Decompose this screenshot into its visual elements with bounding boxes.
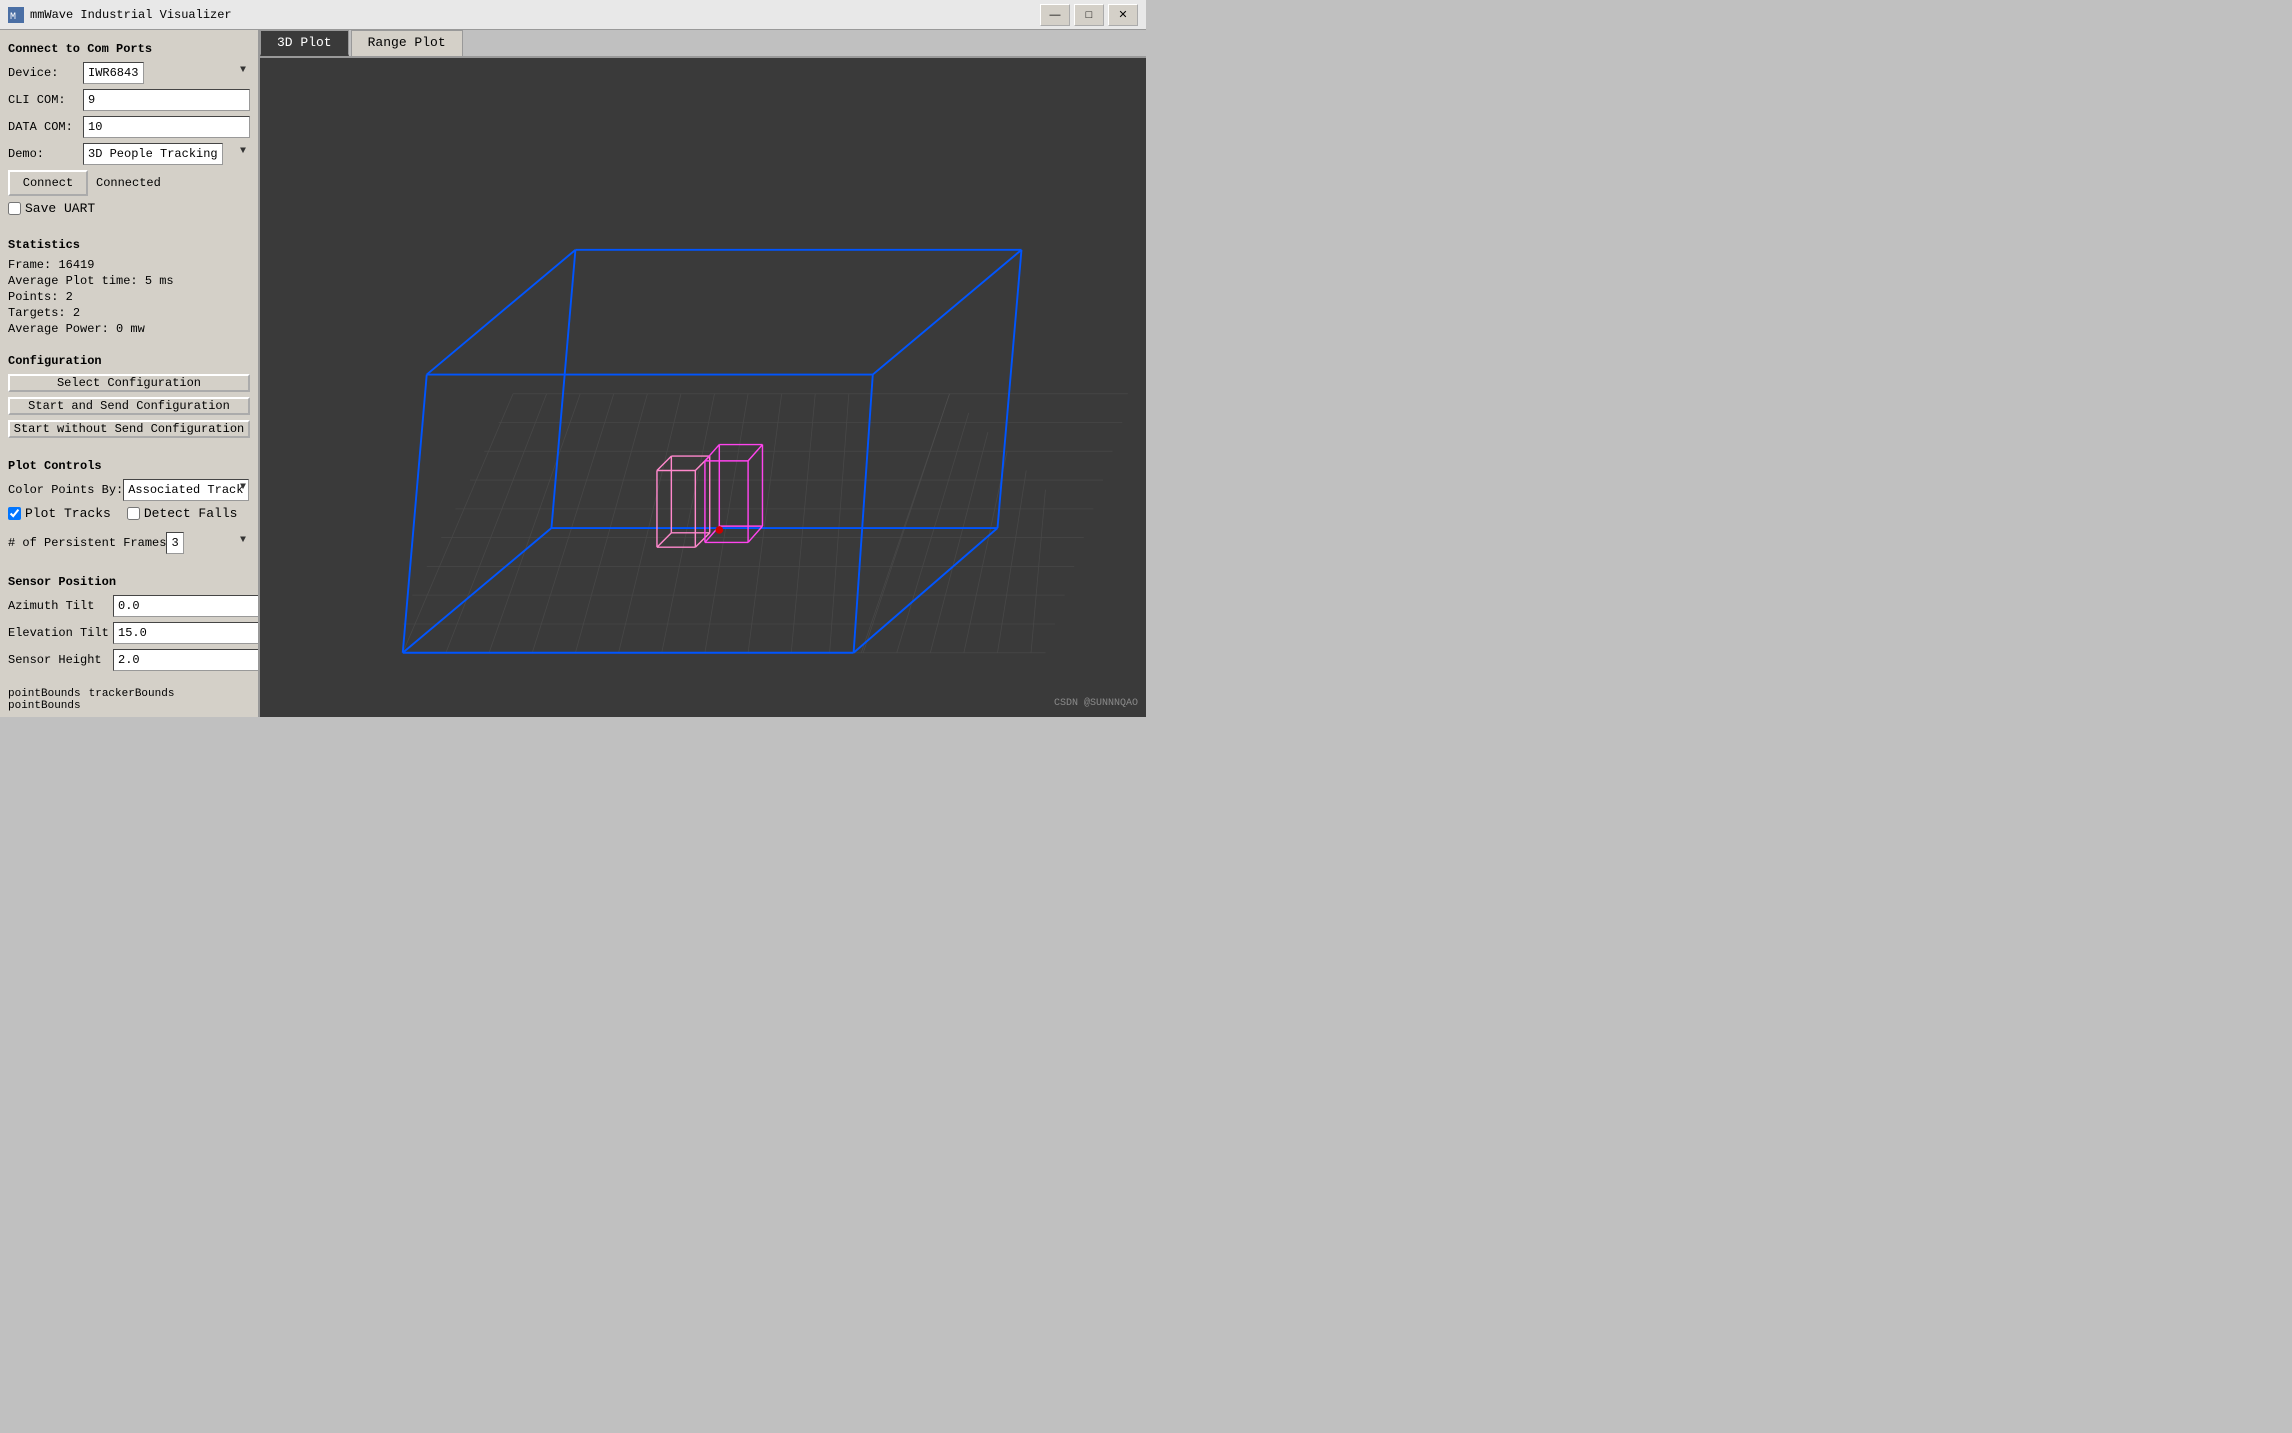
bounds-col3: pointBounds [8, 700, 81, 712]
elevation-input[interactable] [113, 622, 260, 644]
app-icon: M [8, 7, 24, 23]
avg-power-stat: Average Power: 0 mw [8, 322, 250, 336]
left-panel: Connect to Com Ports Device: IWR6843 CLI… [0, 30, 260, 717]
detect-falls-checkbox[interactable] [127, 507, 140, 520]
svg-text:M: M [10, 12, 16, 23]
device-select-wrapper: IWR6843 [83, 62, 250, 84]
stats-section-title: Statistics [8, 238, 250, 252]
main-content: Connect to Com Ports Device: IWR6843 CLI… [0, 30, 1146, 717]
close-button[interactable]: ✕ [1108, 4, 1138, 26]
color-points-row: Color Points By: Associated Track [8, 479, 250, 501]
avg-plot-stat: Average Plot time: 5 ms [8, 274, 250, 288]
sensor-height-row: Sensor Height [8, 649, 250, 671]
azimuth-label: Azimuth Tilt [8, 599, 113, 613]
device-row: Device: IWR6843 [8, 62, 250, 84]
color-points-select[interactable]: Associated Track [123, 479, 249, 501]
plot-tracks-row: Plot Tracks [8, 506, 111, 521]
connect-row: Connect Connected [8, 170, 250, 196]
plot-tracks-label: Plot Tracks [25, 506, 111, 521]
sensor-height-label: Sensor Height [8, 653, 113, 667]
3d-plot-svg [260, 58, 1146, 717]
data-com-input[interactable] [83, 116, 250, 138]
sensor-height-input[interactable] [113, 649, 260, 671]
bounds-row2: pointBounds [8, 700, 250, 712]
device-label: Device: [8, 66, 83, 80]
plot-area[interactable]: CSDN @SUNNNQAO [260, 58, 1146, 717]
window-controls: — □ ✕ [1040, 4, 1138, 26]
elevation-label: Elevation Tilt [8, 626, 113, 640]
demo-select-wrapper: 3D People Tracking [83, 143, 250, 165]
minimize-button[interactable]: — [1040, 4, 1070, 26]
start-nosend-config-button[interactable]: Start without Send Configuration [8, 420, 250, 438]
demo-select[interactable]: 3D People Tracking [83, 143, 223, 165]
demo-label: Demo: [8, 147, 83, 161]
connect-status: Connected [96, 176, 161, 190]
persistent-frames-select[interactable]: 3 [166, 532, 184, 554]
frame-stat: Frame: 16419 [8, 258, 250, 272]
tab-range-plot[interactable]: Range Plot [351, 30, 463, 56]
titlebar: M mmWave Industrial Visualizer — □ ✕ [0, 0, 1146, 30]
azimuth-row: Azimuth Tilt [8, 595, 250, 617]
data-com-label: DATA COM: [8, 120, 83, 134]
right-panel: 3D Plot Range Plot [260, 30, 1146, 717]
connect-button[interactable]: Connect [8, 170, 88, 196]
color-points-select-wrapper: Associated Track [123, 479, 250, 501]
cli-com-row: CLI COM: [8, 89, 250, 111]
azimuth-input[interactable] [113, 595, 260, 617]
plot-tracks-checkbox[interactable] [8, 507, 21, 520]
save-uart-row: Save UART [8, 201, 250, 216]
app-title: mmWave Industrial Visualizer [30, 8, 1040, 22]
elevation-row: Elevation Tilt [8, 622, 250, 644]
tab-3d-plot[interactable]: 3D Plot [260, 30, 349, 56]
watermark: CSDN @SUNNNQAO [1054, 698, 1138, 709]
tracks-falls-row: Plot Tracks Detect Falls [8, 506, 250, 527]
device-select[interactable]: IWR6843 [83, 62, 144, 84]
maximize-button[interactable]: □ [1074, 4, 1104, 26]
config-section-title: Configuration [8, 354, 250, 368]
sensor-position-title: Sensor Position [8, 575, 250, 589]
detect-falls-row: Detect Falls [127, 506, 238, 521]
connect-section-title: Connect to Com Ports [8, 42, 250, 56]
save-uart-checkbox[interactable] [8, 202, 21, 215]
bounds-row: pointBounds trackerBounds [8, 688, 250, 700]
targets-stat: Targets: 2 [8, 306, 250, 320]
cli-com-label: CLI COM: [8, 93, 83, 107]
persistent-frames-row: # of Persistent Frames 3 [8, 532, 250, 554]
data-com-row: DATA COM: [8, 116, 250, 138]
demo-row: Demo: 3D People Tracking [8, 143, 250, 165]
bounds-col2: trackerBounds [89, 688, 175, 700]
bounds-col1: pointBounds [8, 688, 81, 700]
cli-com-input[interactable] [83, 89, 250, 111]
color-points-label: Color Points By: [8, 483, 123, 497]
detect-falls-label: Detect Falls [144, 506, 238, 521]
save-uart-label: Save UART [25, 201, 95, 216]
tabs-bar: 3D Plot Range Plot [260, 30, 1146, 58]
plot-controls-title: Plot Controls [8, 459, 250, 473]
persistent-frames-label: # of Persistent Frames [8, 536, 166, 550]
points-stat: Points: 2 [8, 290, 250, 304]
persistent-frames-select-wrapper: 3 [166, 532, 250, 554]
start-send-config-button[interactable]: Start and Send Configuration [8, 397, 250, 415]
select-config-button[interactable]: Select Configuration [8, 374, 250, 392]
